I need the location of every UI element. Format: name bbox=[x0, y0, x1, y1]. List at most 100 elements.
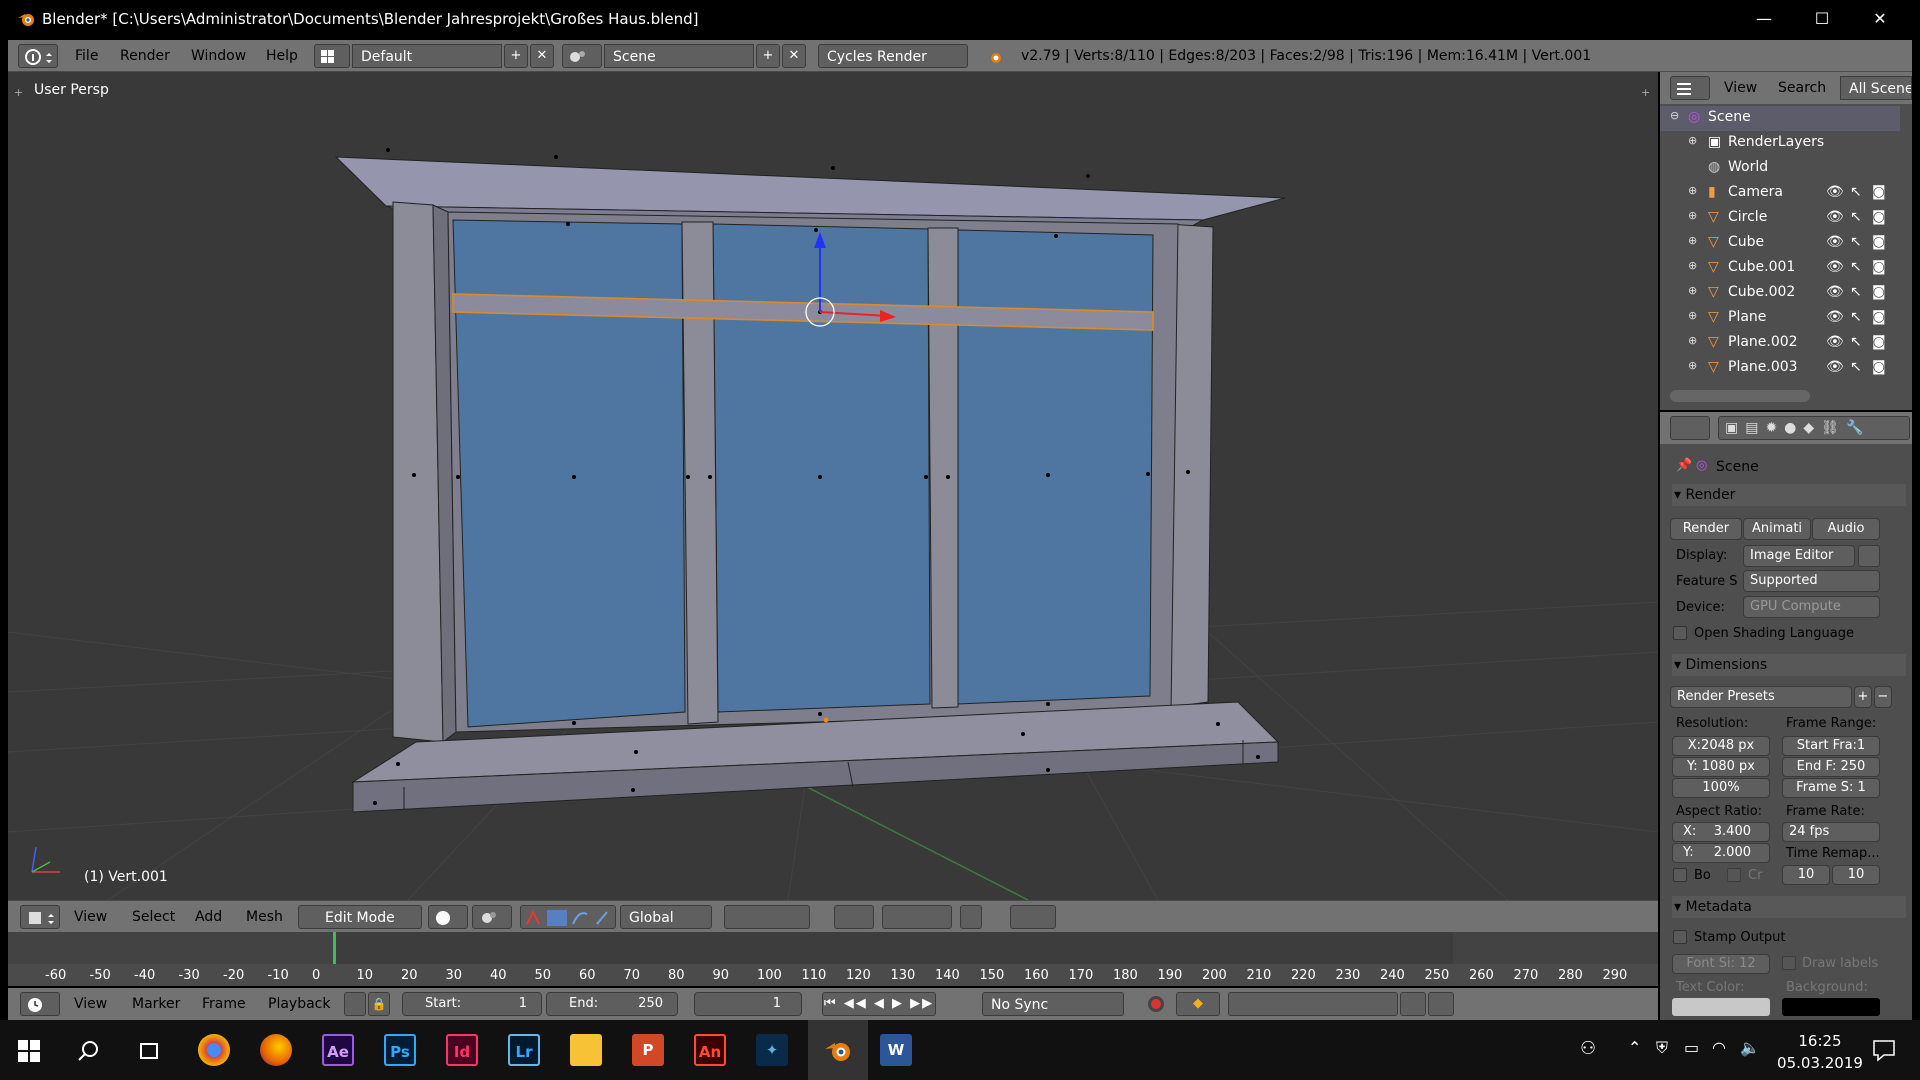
cursor-icon[interactable]: ↖ bbox=[1850, 309, 1862, 325]
timeline-menu-frame[interactable]: Frame bbox=[202, 996, 246, 1012]
crop-checkbox[interactable] bbox=[1727, 868, 1741, 882]
scene-icon-button[interactable] bbox=[562, 44, 602, 68]
border-checkbox[interactable] bbox=[1673, 868, 1687, 882]
render-section-header[interactable]: ▾ Render bbox=[1672, 484, 1906, 506]
property-tabs[interactable]: ▣▤✹●◆⛓🔧 bbox=[1718, 416, 1910, 440]
cursor-icon[interactable]: ↖ bbox=[1850, 259, 1862, 275]
aspect-x-field[interactable]: X: 3.400 bbox=[1672, 822, 1770, 842]
preview-range-button[interactable] bbox=[344, 992, 366, 1016]
frame-rate-select[interactable]: 24 fps bbox=[1782, 822, 1880, 842]
outliner-editor-type-button[interactable] bbox=[1670, 76, 1710, 100]
editor-type-button[interactable] bbox=[18, 44, 58, 68]
draw-labels-checkbox[interactable] bbox=[1782, 956, 1796, 970]
maximize-button[interactable]: ☐ bbox=[1794, 0, 1850, 38]
time-remap-new-field[interactable]: 10 bbox=[1832, 865, 1880, 885]
render-camera-icon[interactable]: ◙ bbox=[1872, 334, 1886, 350]
outliner-menu-search[interactable]: Search bbox=[1778, 80, 1826, 96]
render-button[interactable]: Render bbox=[1670, 518, 1742, 540]
stamp-output-checkbox[interactable] bbox=[1673, 930, 1687, 944]
render-camera-icon[interactable]: ◙ bbox=[1872, 184, 1886, 200]
outliner-display-mode[interactable]: All Scenes bbox=[1840, 76, 1912, 100]
lightroom-icon[interactable]: Lr bbox=[508, 1034, 540, 1066]
outliner-scrollbar[interactable] bbox=[1670, 390, 1810, 402]
layout-icon-button[interactable] bbox=[314, 44, 350, 68]
lock-icon[interactable]: 🔒 bbox=[368, 992, 390, 1016]
outliner-item-plane-003[interactable]: ⊕ ▽ Plane.003 👁 ↖ ◙ bbox=[1660, 356, 1900, 381]
toolshelf-toggle-icon[interactable]: + bbox=[14, 86, 23, 99]
windows-start-icon[interactable] bbox=[18, 1040, 40, 1062]
expand-icon[interactable]: ⊕ bbox=[1688, 134, 1697, 147]
add-scene-icon[interactable]: + bbox=[756, 44, 780, 68]
close-button[interactable]: ✕ bbox=[1852, 0, 1908, 38]
render-engine-select[interactable]: Cycles Render bbox=[818, 44, 968, 68]
outliner-item-cube-001[interactable]: ⊕ ▽ Cube.001 👁 ↖ ◙ bbox=[1660, 256, 1900, 281]
blender-taskbar-icon[interactable] bbox=[822, 1034, 854, 1066]
outliner-item-camera[interactable]: ⊕ ▮ Camera 👁 ↖ ◙ bbox=[1660, 181, 1900, 206]
expand-icon[interactable]: ⊕ bbox=[1688, 284, 1697, 297]
display-select[interactable]: Image Editor bbox=[1743, 545, 1855, 567]
viewport-menu-select[interactable]: Select bbox=[132, 909, 175, 925]
mode-select[interactable]: Edit Mode bbox=[298, 905, 422, 929]
word-icon[interactable]: W bbox=[880, 1034, 912, 1066]
render-camera-icon[interactable]: ◙ bbox=[1872, 284, 1886, 300]
current-frame-marker[interactable] bbox=[333, 932, 336, 964]
osl-checkbox[interactable] bbox=[1673, 626, 1687, 640]
outliner-item-plane-002[interactable]: ⊕ ▽ Plane.002 👁 ↖ ◙ bbox=[1660, 331, 1900, 356]
timeline-editor-type-button[interactable] bbox=[20, 992, 60, 1016]
scene-field[interactable]: Scene bbox=[604, 44, 754, 68]
file-explorer-icon[interactable] bbox=[570, 1034, 602, 1066]
shading-select[interactable] bbox=[428, 905, 468, 929]
resolution-x-field[interactable]: X:2048 px bbox=[1672, 736, 1770, 756]
render-camera-icon[interactable]: ◙ bbox=[1872, 359, 1886, 375]
chrome-icon[interactable] bbox=[198, 1034, 230, 1066]
indesign-icon[interactable]: Id bbox=[446, 1034, 478, 1066]
outliner-item-world[interactable]: ◍ World bbox=[1660, 156, 1900, 181]
outliner-menu-view[interactable]: View bbox=[1724, 80, 1757, 96]
timeline-menu-marker[interactable]: Marker bbox=[132, 996, 180, 1012]
timeline-menu-view[interactable]: View bbox=[74, 996, 107, 1012]
render-camera-icon[interactable]: ◙ bbox=[1872, 309, 1886, 325]
expand-icon[interactable]: ⊕ bbox=[1688, 259, 1697, 272]
render-presets-select[interactable]: Render Presets bbox=[1670, 686, 1852, 708]
eye-icon[interactable]: 👁 bbox=[1826, 309, 1844, 325]
render-preview-buttons[interactable] bbox=[1010, 905, 1056, 929]
cursor-icon[interactable]: ↖ bbox=[1850, 209, 1862, 225]
defender-icon[interactable]: ⛨ bbox=[1656, 1038, 1668, 1058]
properties-toggle-icon[interactable]: + bbox=[1641, 86, 1650, 99]
battery-icon[interactable]: ▭ bbox=[1684, 1038, 1699, 1057]
people-icon[interactable]: ⚇ bbox=[1580, 1038, 1596, 1059]
keyframe-icon[interactable]: ◆ bbox=[1176, 992, 1220, 1016]
select-mode-buttons[interactable] bbox=[724, 905, 810, 929]
lock-interface-icon[interactable] bbox=[1858, 545, 1880, 567]
start-frame-field[interactable]: Start: 1 bbox=[402, 992, 542, 1016]
pin-icon[interactable]: 📌 bbox=[1676, 458, 1692, 473]
outliner-item-plane[interactable]: ⊕ ▽ Plane 👁 ↖ ◙ bbox=[1660, 306, 1900, 331]
delete-keyframe-icon[interactable] bbox=[1428, 992, 1454, 1016]
minimize-button[interactable]: — bbox=[1736, 0, 1792, 38]
expand-icon[interactable]: ⊕ bbox=[1688, 184, 1697, 197]
volume-icon[interactable]: 🔈 bbox=[1740, 1038, 1760, 1057]
outliner-item-circle[interactable]: ⊕ ▽ Circle 👁 ↖ ◙ bbox=[1660, 206, 1900, 231]
expand-icon[interactable]: ⊕ bbox=[1688, 209, 1697, 222]
audio-button[interactable]: Audio bbox=[1812, 518, 1880, 540]
occlusion-button[interactable] bbox=[960, 905, 982, 929]
remove-scene-icon[interactable]: ✕ bbox=[782, 44, 806, 68]
expand-icon[interactable]: ⊕ bbox=[1688, 234, 1697, 247]
viewport-menu-view[interactable]: View bbox=[74, 909, 107, 925]
current-frame-field[interactable]: 1 bbox=[694, 992, 802, 1016]
timeline-menu-playback[interactable]: Playback bbox=[268, 996, 330, 1012]
sync-mode-select[interactable]: No Sync bbox=[982, 992, 1124, 1016]
eye-icon[interactable]: 👁 bbox=[1826, 259, 1844, 275]
start-frame-prop-field[interactable]: Start Fra:1 bbox=[1782, 736, 1880, 756]
background-color-swatch[interactable] bbox=[1782, 998, 1880, 1016]
menu-render[interactable]: Render bbox=[120, 48, 170, 64]
end-frame-prop-field[interactable]: End F: 250 bbox=[1782, 757, 1880, 777]
end-frame-field[interactable]: End: 250 bbox=[546, 992, 678, 1016]
powerpoint-icon[interactable]: P bbox=[632, 1034, 664, 1066]
properties-editor-type-button[interactable] bbox=[1670, 416, 1710, 440]
animation-button[interactable]: Animati bbox=[1743, 518, 1811, 540]
cursor-icon[interactable]: ↖ bbox=[1850, 334, 1862, 350]
clock-time[interactable]: 16:25 bbox=[1780, 1032, 1860, 1050]
keying-set-field[interactable] bbox=[1228, 992, 1398, 1016]
unity-like-icon[interactable]: ✦ bbox=[756, 1034, 788, 1066]
